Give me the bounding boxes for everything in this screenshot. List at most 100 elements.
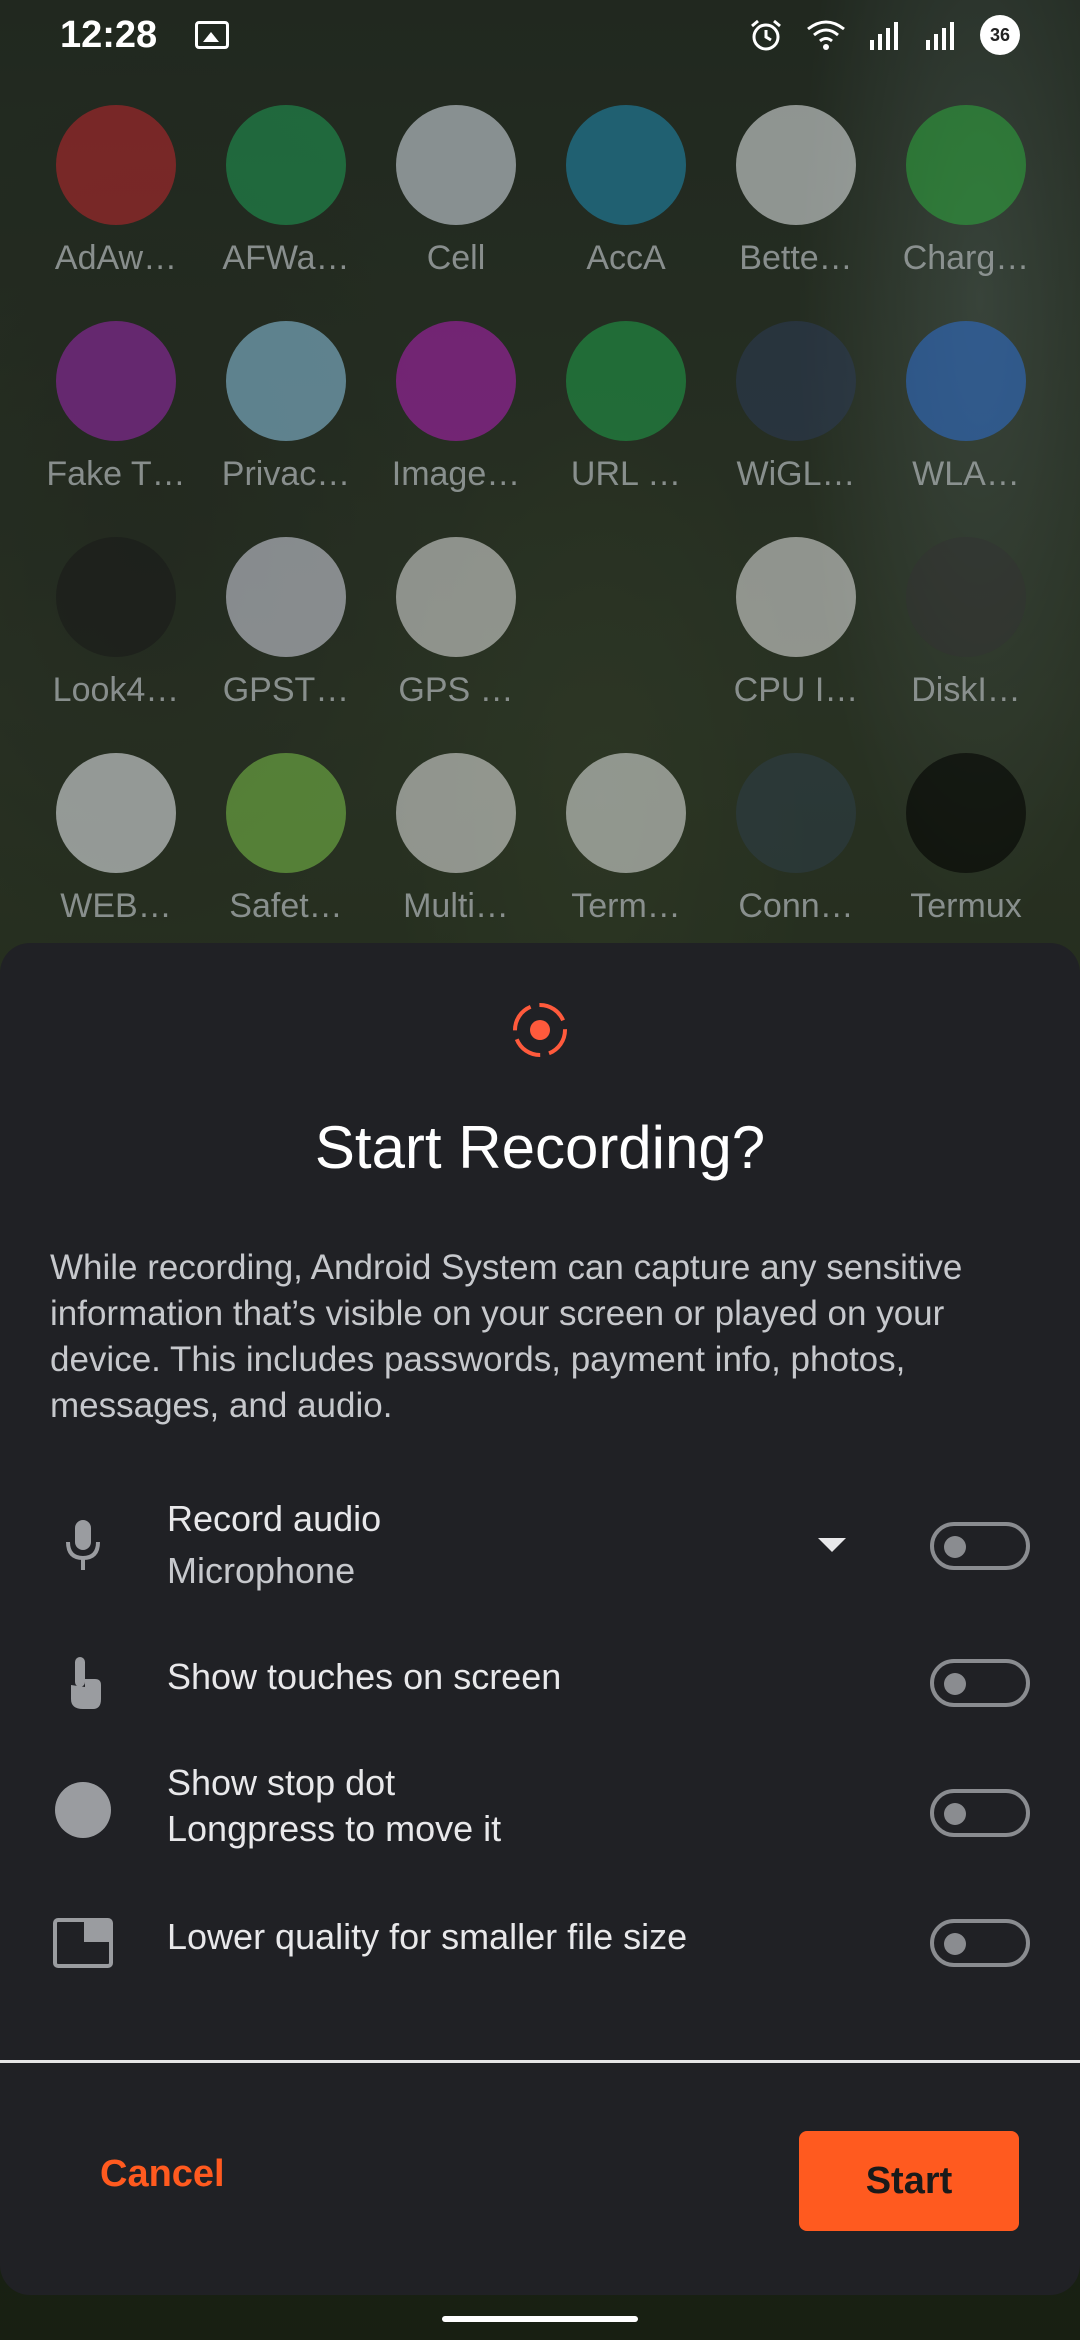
app-shortcut[interactable]: GPST… — [201, 537, 371, 713]
app-label: Term… — [571, 887, 681, 925]
signal-icon — [924, 20, 958, 50]
webview-test-icon — [56, 753, 176, 873]
app-shortcut[interactable]: WLA… — [881, 321, 1051, 497]
microphone-icon — [50, 1513, 116, 1579]
lower-quality-toggle[interactable] — [930, 1919, 1030, 1967]
screen-record-icon — [513, 1003, 567, 1057]
app-shortcut[interactable]: Safet… — [201, 753, 371, 929]
app-shortcut[interactable]: Charg… — [881, 105, 1051, 281]
dot-icon — [50, 1777, 116, 1843]
audio-source-select[interactable]: Microphone — [167, 1548, 381, 1594]
empty-slot — [566, 537, 686, 657]
app-label: Look4… — [52, 671, 180, 709]
record-audio-toggle[interactable] — [930, 1522, 1030, 1570]
app-shortcut[interactable]: Conn… — [711, 753, 881, 929]
option-show-touches[interactable]: Show touches on screen — [0, 1633, 1080, 1733]
status-bar: 12:28 36 — [0, 0, 1080, 70]
gallery-icon — [195, 21, 230, 49]
app-shortcut[interactable]: Termux — [881, 753, 1051, 929]
option-label: Show stop dot — [167, 1762, 396, 1803]
app-shortcut[interactable]: AdAw… — [31, 105, 201, 281]
app-label: Conn… — [738, 887, 854, 925]
app-shortcut[interactable]: AFWa… — [201, 105, 371, 281]
satellite-icon — [56, 537, 176, 657]
app-label: Image… — [391, 455, 521, 493]
stop-dot-toggle[interactable] — [930, 1789, 1030, 1837]
app-label: WLA… — [912, 455, 1020, 493]
app-label: GPS … — [398, 671, 514, 709]
app-label: Cell — [426, 239, 486, 277]
app-label: AdAw… — [54, 239, 178, 277]
disk-bars-icon — [906, 537, 1026, 657]
battery-icon: 36 — [980, 15, 1020, 55]
app-label: Fake T… — [46, 455, 186, 493]
app-shortcut[interactable]: DiskI… — [881, 537, 1051, 713]
signal-icon — [868, 20, 902, 50]
app-shortcut[interactable]: Fake T… — [31, 321, 201, 497]
app-shortcut[interactable]: Look4… — [31, 537, 201, 713]
battery-plus-icon — [736, 105, 856, 225]
option-sublabel: Longpress to move it — [167, 1808, 502, 1849]
traffic-light-icon — [226, 321, 346, 441]
option-show-stop-dot[interactable]: Show stop dot Longpress to move it — [0, 1755, 1080, 1865]
app-shortcut[interactable]: GPS … — [371, 537, 541, 713]
app-shortcut[interactable]: WiGL… — [711, 321, 881, 497]
app-shortcut[interactable]: URL … — [541, 321, 711, 497]
broom-icon — [566, 321, 686, 441]
cancel-button[interactable]: Cancel — [100, 2153, 225, 2196]
globe-icon — [736, 321, 856, 441]
mountain-icon — [226, 537, 346, 657]
app-label: Multi… — [403, 887, 509, 925]
network-tree-icon — [396, 753, 516, 873]
app-shortcut[interactable]: Privac… — [201, 321, 371, 497]
app-label: AccA — [586, 239, 666, 277]
alarm-icon — [748, 17, 784, 53]
app-label: URL … — [570, 455, 682, 493]
app-label: Termux — [910, 887, 1022, 925]
5g-icon — [396, 105, 516, 225]
dialog-title: Start Recording? — [314, 1114, 766, 1181]
app-label: Privac… — [221, 455, 351, 493]
safety-people-icon — [226, 753, 346, 873]
start-button[interactable]: Start — [799, 2131, 1019, 2231]
battery-bolt-icon — [566, 105, 686, 225]
app-shortcut[interactable]: Term… — [541, 753, 711, 929]
map-pin-icon — [56, 321, 176, 441]
app-shortcut[interactable]: Cell — [371, 105, 541, 281]
app-label: WiGL… — [736, 455, 856, 493]
app-label: Safet… — [229, 887, 343, 925]
option-label: Record audio — [167, 1498, 382, 1539]
wifi-icon — [906, 321, 1026, 441]
wifi-icon — [806, 19, 846, 51]
app-shortcut[interactable]: Multi… — [371, 753, 541, 929]
option-label: Show touches on screen — [167, 1656, 562, 1697]
chevron-down-icon[interactable] — [818, 1538, 846, 1552]
app-shortcut[interactable]: CPU I… — [711, 537, 881, 713]
app-label: DiskI… — [911, 671, 1021, 709]
status-time: 12:28 — [60, 13, 158, 56]
app-shortcut[interactable]: Image… — [371, 321, 541, 497]
app-label: Bette… — [739, 239, 853, 277]
chip-icon — [736, 537, 856, 657]
touch-icon — [50, 1650, 116, 1716]
dove-icon — [56, 105, 176, 225]
app-label: WEB… — [60, 887, 172, 925]
app-shortcut[interactable]: AccA — [541, 105, 711, 281]
app-shortcut[interactable]: WEB… — [31, 753, 201, 929]
image-shape-icon — [396, 321, 516, 441]
app-label: GPST… — [222, 671, 350, 709]
app-label: CPU I… — [733, 671, 859, 709]
app-label: Charg… — [902, 239, 1030, 277]
terminal-search-icon — [566, 753, 686, 873]
dialog-description: While recording, Android System can capt… — [50, 1248, 963, 1425]
show-touches-toggle[interactable] — [930, 1659, 1030, 1707]
option-lower-quality[interactable]: Lower quality for smaller file size — [0, 1893, 1080, 1993]
option-record-audio[interactable]: Record audio Microphone — [0, 1496, 1080, 1596]
app-shortcut[interactable]: Bette… — [711, 105, 881, 281]
app-label: AFWa… — [222, 239, 350, 277]
shield-check-icon — [226, 105, 346, 225]
option-label: Lower quality for smaller file size — [167, 1916, 688, 1957]
navigation-handle[interactable] — [442, 2316, 638, 2322]
app-grid: AdAw… AFWa… Cell AccA Bette… Charg… Fake T… Pri… — [0, 105, 1080, 929]
recording-dialog: Start Recording? While recording, Androi… — [0, 943, 1080, 2295]
